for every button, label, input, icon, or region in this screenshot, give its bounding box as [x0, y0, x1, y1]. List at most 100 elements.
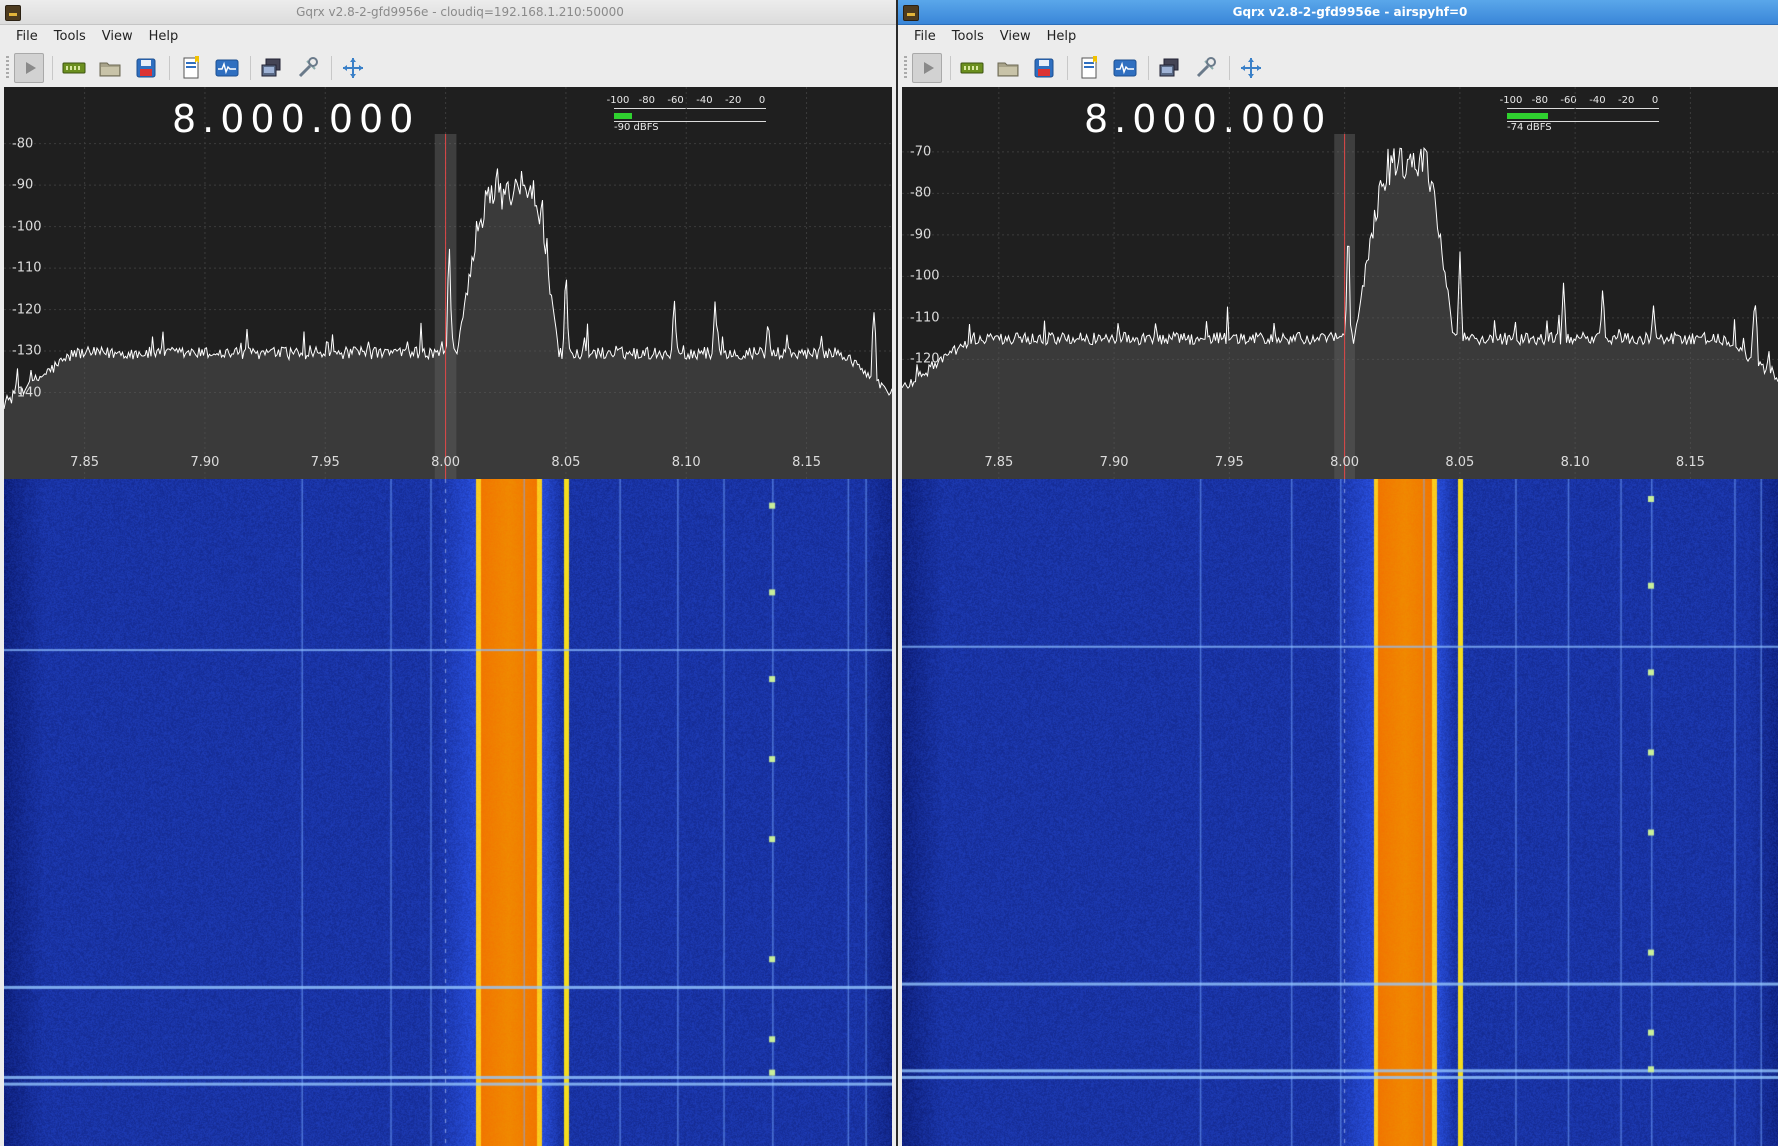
- io-devices-icon: [62, 62, 86, 74]
- waterfall-canvas[interactable]: [902, 479, 1778, 1146]
- freq-axis-label: 8.15: [792, 455, 822, 470]
- fullscreen-button[interactable]: [338, 53, 368, 83]
- fft-settings-button[interactable]: [212, 53, 242, 83]
- toolbar-grip[interactable]: [904, 56, 907, 80]
- db-axis-label: -100: [12, 219, 42, 235]
- freq-axis-label: 8.10: [671, 455, 701, 470]
- toolbar-separator: [950, 56, 951, 80]
- spectrum-trace[interactable]: [902, 87, 1778, 479]
- waterfall-display[interactable]: [4, 479, 892, 1146]
- waterfall-display[interactable]: [902, 479, 1778, 1146]
- toolbar-separator: [1067, 56, 1068, 80]
- freq-axis-label: 8.15: [1675, 455, 1705, 470]
- freq-axis-label: 7.85: [984, 455, 1014, 470]
- toolbar-separator: [1148, 56, 1149, 80]
- start-dsp-icon: [26, 62, 36, 74]
- db-axis-label: -90: [12, 177, 34, 193]
- menu-bar: File Tools View Help: [0, 25, 896, 49]
- toolbar-separator: [52, 56, 53, 80]
- toolbar-separator: [1229, 56, 1230, 80]
- menu-file[interactable]: File: [8, 25, 46, 49]
- title-bar[interactable]: Gqrx v2.8-2-gfd9956e - airspyhf=0: [898, 0, 1778, 25]
- toolbar-separator: [169, 56, 170, 80]
- open-settings-button[interactable]: [993, 53, 1023, 83]
- waterfall-canvas[interactable]: [4, 479, 892, 1146]
- freq-axis-label: 7.90: [190, 455, 220, 470]
- window-title: Gqrx v2.8-2-gfd9956e - cloudiq=192.168.1…: [296, 5, 624, 19]
- fullscreen-icon: [1241, 58, 1261, 78]
- menu-tools[interactable]: Tools: [944, 25, 992, 49]
- bookmark-icon: [183, 56, 199, 79]
- db-axis-label: -110: [12, 260, 42, 276]
- db-axis-label: -80: [910, 185, 932, 201]
- bookmark-button[interactable]: [176, 53, 206, 83]
- gqrx-app-icon[interactable]: [903, 5, 919, 21]
- save-settings-icon: [136, 58, 156, 78]
- menu-tools[interactable]: Tools: [46, 25, 94, 49]
- spectrum-plot[interactable]: 8.000.000 -100 -80 -60 -40 -20 0 -90 dBFS -80…: [4, 87, 892, 479]
- main-toolbar: [898, 50, 1778, 86]
- gqrx-window-left: Gqrx v2.8-2-gfd9956e - cloudiq=192.168.1…: [0, 0, 896, 1146]
- start-dsp-button[interactable]: [14, 53, 44, 83]
- menu-view[interactable]: View: [94, 25, 141, 49]
- toolbar-separator: [331, 56, 332, 80]
- menu-view[interactable]: View: [992, 25, 1039, 49]
- open-settings-button[interactable]: [95, 53, 125, 83]
- tools-icon: [298, 57, 318, 78]
- menu-bar: File Tools View Help: [898, 25, 1778, 49]
- db-axis-label: -110: [910, 310, 940, 326]
- start-dsp-button[interactable]: [912, 53, 942, 83]
- menu-help[interactable]: Help: [141, 25, 187, 49]
- fft-settings-button[interactable]: [1110, 53, 1140, 83]
- io-devices-button[interactable]: [59, 53, 89, 83]
- fft-settings-icon: [215, 59, 239, 77]
- freq-axis-label: 7.95: [310, 455, 340, 470]
- db-axis-label: -140: [12, 385, 42, 401]
- freq-axis-label: 7.90: [1099, 455, 1129, 470]
- db-axis-label: -120: [12, 302, 42, 318]
- menu-help[interactable]: Help: [1039, 25, 1085, 49]
- tools-icon: [1196, 57, 1216, 78]
- spectrum-plot[interactable]: 8.000.000 -100 -80 -60 -40 -20 0 -74 dBFS -70…: [902, 87, 1778, 479]
- menu-file[interactable]: File: [906, 25, 944, 49]
- save-settings-icon: [1034, 58, 1054, 78]
- start-dsp-icon: [924, 62, 934, 74]
- freq-axis-label: 7.95: [1214, 455, 1244, 470]
- toolbar-separator: [250, 56, 251, 80]
- gqrx-app-icon[interactable]: [5, 5, 21, 21]
- open-settings-icon: [997, 62, 1019, 77]
- open-settings-icon: [99, 62, 121, 77]
- bookmark-button[interactable]: [1074, 53, 1104, 83]
- io-devices-button[interactable]: [957, 53, 987, 83]
- db-axis-label: -100: [910, 268, 940, 284]
- bookmark-icon: [1081, 56, 1097, 79]
- save-settings-button[interactable]: [1029, 53, 1059, 83]
- db-axis-label: -120: [910, 351, 940, 367]
- db-axis-label: -130: [12, 343, 42, 359]
- db-axis-label: -80: [12, 136, 34, 152]
- fft-settings-icon: [1113, 59, 1137, 77]
- io-devices-icon: [960, 62, 984, 74]
- toolbar-grip[interactable]: [6, 56, 9, 80]
- remote-control-icon: [261, 58, 281, 77]
- freq-axis-label: 8.05: [1445, 455, 1475, 470]
- tools-button[interactable]: [1191, 53, 1221, 83]
- gqrx-window-right: Gqrx v2.8-2-gfd9956e - airspyhf=0 File T…: [898, 0, 1778, 1146]
- spectrum-trace[interactable]: [4, 87, 892, 479]
- db-axis-label: -70: [910, 144, 932, 160]
- fullscreen-icon: [343, 58, 363, 78]
- db-axis-label: -90: [910, 227, 932, 243]
- tools-button[interactable]: [293, 53, 323, 83]
- fullscreen-button[interactable]: [1236, 53, 1266, 83]
- remote-control-button[interactable]: [257, 53, 287, 83]
- freq-axis-label: 8.10: [1560, 455, 1590, 470]
- remote-control-icon: [1159, 58, 1179, 77]
- freq-axis-label: 8.05: [551, 455, 581, 470]
- remote-control-button[interactable]: [1155, 53, 1185, 83]
- freq-axis-label: 7.85: [70, 455, 100, 470]
- save-settings-button[interactable]: [131, 53, 161, 83]
- main-toolbar: [0, 50, 896, 86]
- freq-axis-label: 8.00: [431, 455, 461, 470]
- freq-axis-label: 8.00: [1330, 455, 1360, 470]
- title-bar[interactable]: Gqrx v2.8-2-gfd9956e - cloudiq=192.168.1…: [0, 0, 896, 25]
